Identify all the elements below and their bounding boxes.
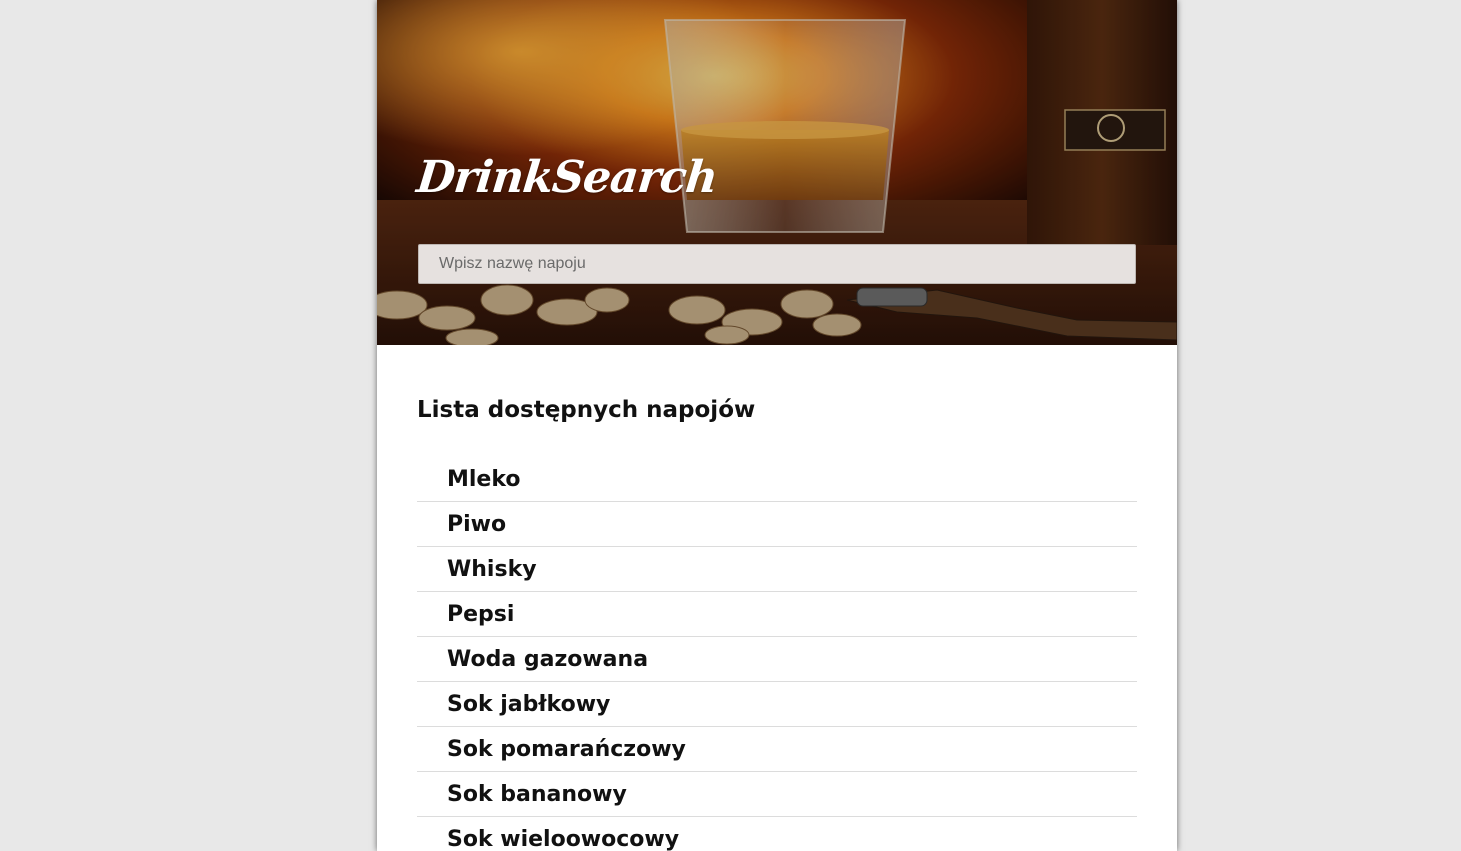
drink-list-item[interactable]: Mleko: [417, 457, 1137, 502]
section-title: Lista dostępnych napojów: [417, 397, 756, 423]
drink-list: Mleko Piwo Whisky Pepsi Woda gazowana So…: [417, 457, 1137, 851]
drink-list-item[interactable]: Sok bananowy: [417, 772, 1137, 817]
drink-list-item[interactable]: Piwo: [417, 502, 1137, 547]
drink-search-input[interactable]: [418, 244, 1136, 284]
main-content: Lista dostępnych napojów Mleko Piwo Whis…: [377, 345, 1177, 851]
drink-list-item[interactable]: Sok wieloowocowy: [417, 817, 1137, 851]
drink-list-item[interactable]: Whisky: [417, 547, 1137, 592]
page-card: DrinkSearch Lista dostępnych napojów Mle…: [377, 0, 1177, 851]
site-logo[interactable]: DrinkSearch: [414, 152, 719, 203]
drink-list-item[interactable]: Pepsi: [417, 592, 1137, 637]
drink-list-item[interactable]: Woda gazowana: [417, 637, 1137, 682]
drink-list-item[interactable]: Sok jabłkowy: [417, 682, 1137, 727]
hero-header: DrinkSearch: [377, 0, 1177, 345]
drink-list-item[interactable]: Sok pomarańczowy: [417, 727, 1137, 772]
